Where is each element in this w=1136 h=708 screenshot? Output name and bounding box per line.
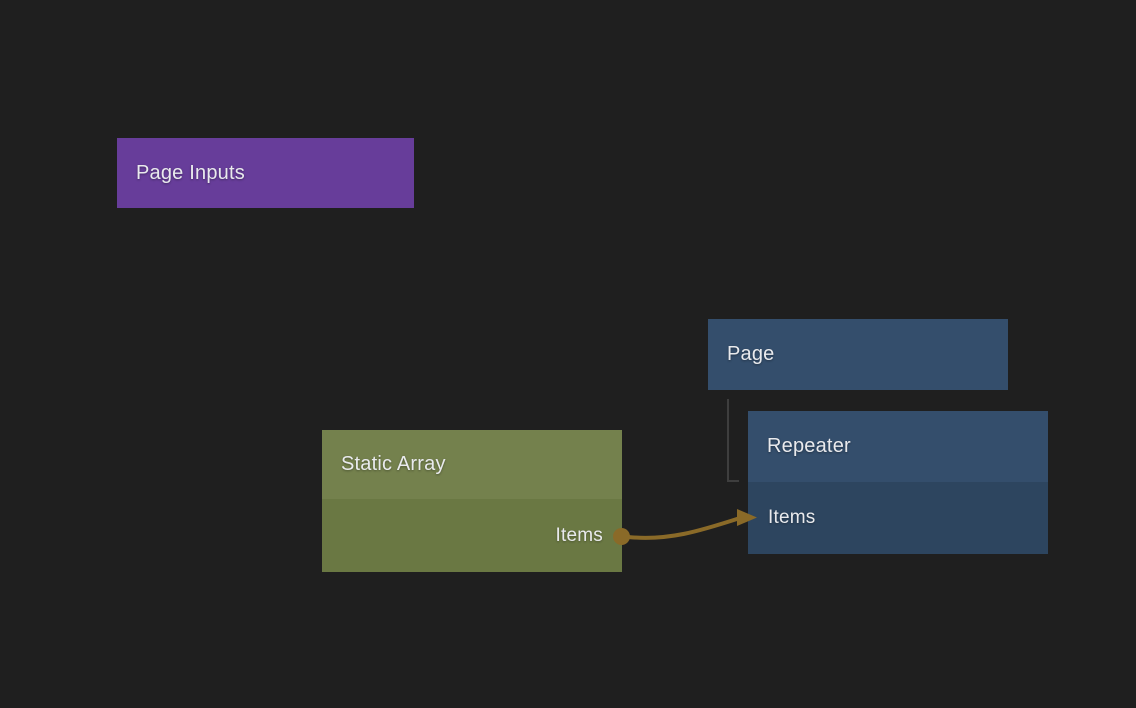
node-repeater-header[interactable]: Repeater	[748, 411, 1048, 482]
node-static-array-title: Static Array	[322, 430, 446, 499]
node-repeater[interactable]: Repeater Items	[748, 411, 1048, 554]
node-page[interactable]: Page	[708, 319, 1008, 390]
node-static-array-header[interactable]: Static Array	[322, 430, 622, 499]
node-repeater-title: Repeater	[748, 411, 851, 482]
node-static-array-items-port-row[interactable]: Items	[322, 499, 622, 572]
node-editor-canvas[interactable]: Page Inputs Page Repeater Items Static A…	[0, 0, 1136, 708]
items-connection-arrow[interactable]	[613, 509, 757, 545]
node-repeater-items-port-row[interactable]: Items	[748, 482, 1048, 554]
items-connection-curve	[628, 518, 740, 538]
node-page-title: Page	[708, 319, 1008, 390]
repeater-items-port-label: Items	[768, 507, 815, 529]
node-page-inputs-title: Page Inputs	[117, 138, 414, 208]
node-static-array[interactable]: Static Array Items	[322, 430, 622, 572]
page-repeater-hierarchy-line	[728, 399, 739, 481]
static-array-items-port-label: Items	[556, 525, 603, 547]
node-page-inputs[interactable]: Page Inputs	[117, 138, 414, 208]
